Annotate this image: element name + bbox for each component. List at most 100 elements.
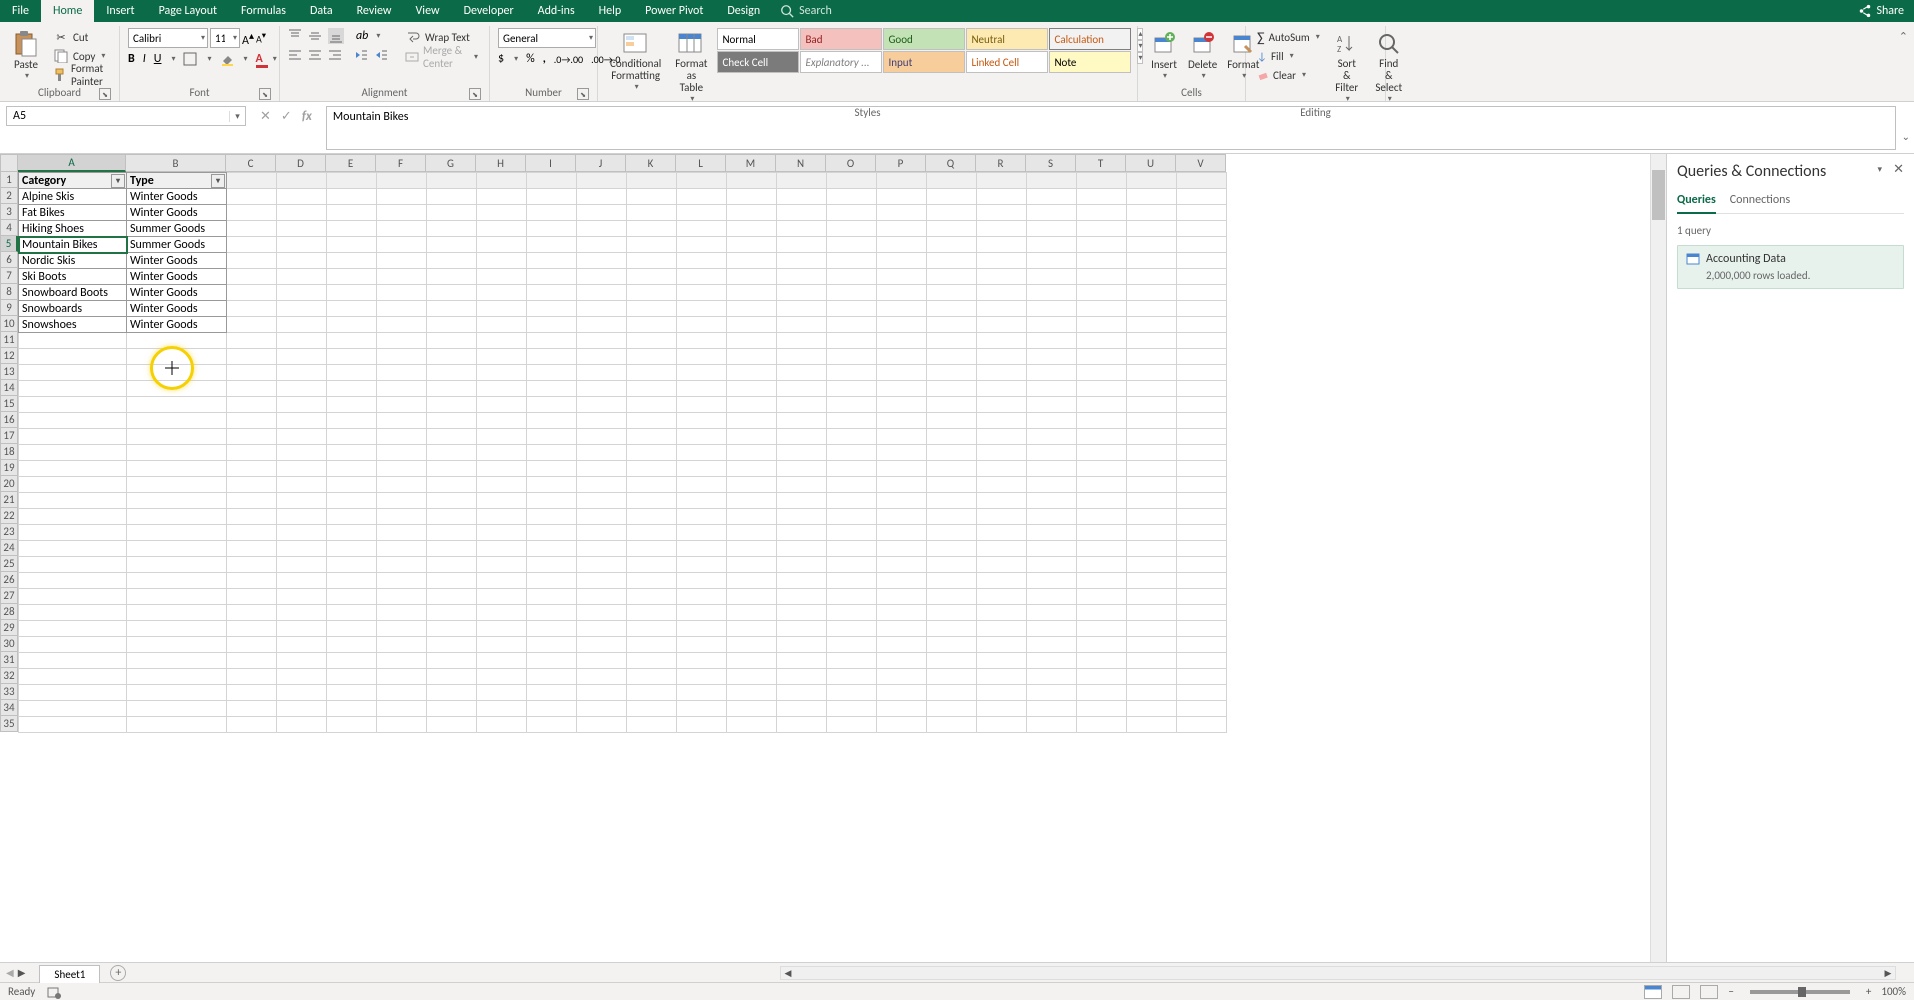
fill-color-button[interactable] [220, 52, 234, 66]
cell-K12[interactable] [627, 349, 677, 365]
cell-V7[interactable] [1177, 269, 1227, 285]
cell-T8[interactable] [1077, 285, 1127, 301]
cell-H23[interactable] [477, 525, 527, 541]
cell-F20[interactable] [377, 477, 427, 493]
tab-home[interactable]: Home [41, 0, 94, 22]
cell-D35[interactable] [277, 717, 327, 733]
cell-D11[interactable] [277, 333, 327, 349]
style-input[interactable]: Input [883, 51, 965, 73]
cell-Q28[interactable] [927, 605, 977, 621]
cell-F24[interactable] [377, 541, 427, 557]
cell-C20[interactable] [227, 477, 277, 493]
tab-design[interactable]: Design [715, 0, 772, 22]
cell-N33[interactable] [777, 685, 827, 701]
cell-T26[interactable] [1077, 573, 1127, 589]
cell-Q17[interactable] [927, 429, 977, 445]
cell-L12[interactable] [677, 349, 727, 365]
cell-I7[interactable] [527, 269, 577, 285]
cell-J4[interactable] [577, 221, 627, 237]
cell-C18[interactable] [227, 445, 277, 461]
cell-K21[interactable] [627, 493, 677, 509]
cell-R6[interactable] [977, 253, 1027, 269]
macro-record-icon[interactable] [47, 985, 61, 999]
cell-O28[interactable] [827, 605, 877, 621]
cell-T25[interactable] [1077, 557, 1127, 573]
row-header-22[interactable]: 22 [0, 508, 18, 524]
cell-U26[interactable] [1127, 573, 1177, 589]
cell-G28[interactable] [427, 605, 477, 621]
cell-J22[interactable] [577, 509, 627, 525]
cell-M18[interactable] [727, 445, 777, 461]
cell-J8[interactable] [577, 285, 627, 301]
cell-S14[interactable] [1027, 381, 1077, 397]
cell-F18[interactable] [377, 445, 427, 461]
cell-O23[interactable] [827, 525, 877, 541]
cell-J10[interactable] [577, 317, 627, 333]
col-header-F[interactable]: F [376, 154, 426, 172]
sheet-tab-sheet1[interactable]: Sheet1 [39, 965, 100, 983]
cell-H3[interactable] [477, 205, 527, 221]
cell-C16[interactable] [227, 413, 277, 429]
cell-D12[interactable] [277, 349, 327, 365]
cell-D30[interactable] [277, 637, 327, 653]
cell-H25[interactable] [477, 557, 527, 573]
cell-R4[interactable] [977, 221, 1027, 237]
cell-L7[interactable] [677, 269, 727, 285]
align-top-icon[interactable] [288, 29, 302, 43]
cell-M2[interactable] [727, 189, 777, 205]
cell-H18[interactable] [477, 445, 527, 461]
cell-R34[interactable] [977, 701, 1027, 717]
cell-H20[interactable] [477, 477, 527, 493]
cell-L25[interactable] [677, 557, 727, 573]
cell-D22[interactable] [277, 509, 327, 525]
cell-V11[interactable] [1177, 333, 1227, 349]
cell-N29[interactable] [777, 621, 827, 637]
cell-R35[interactable] [977, 717, 1027, 733]
cell-I26[interactable] [527, 573, 577, 589]
format-as-table-button[interactable]: Format as Table▾ [671, 28, 711, 106]
cell-R33[interactable] [977, 685, 1027, 701]
cell-D6[interactable] [277, 253, 327, 269]
cell-H32[interactable] [477, 669, 527, 685]
cell-N18[interactable] [777, 445, 827, 461]
cell-G35[interactable] [427, 717, 477, 733]
cell-A23[interactable] [19, 525, 127, 541]
style-neutral[interactable]: Neutral [966, 28, 1048, 50]
style-check-cell[interactable]: Check Cell [717, 51, 799, 73]
sheet-nav[interactable]: ◀▶ [0, 966, 31, 979]
cell-Q12[interactable] [927, 349, 977, 365]
cell-S1[interactable] [1027, 173, 1077, 189]
cell-F7[interactable] [377, 269, 427, 285]
cell-V28[interactable] [1177, 605, 1227, 621]
cell-G7[interactable] [427, 269, 477, 285]
cell-A25[interactable] [19, 557, 127, 573]
cell-V12[interactable] [1177, 349, 1227, 365]
cell-M23[interactable] [727, 525, 777, 541]
cell-C2[interactable] [227, 189, 277, 205]
row-header-23[interactable]: 23 [0, 524, 18, 540]
cell-U13[interactable] [1127, 365, 1177, 381]
cell-V2[interactable] [1177, 189, 1227, 205]
cell-M5[interactable] [727, 237, 777, 253]
cell-A35[interactable] [19, 717, 127, 733]
cell-B12[interactable] [127, 349, 227, 365]
cell-Q33[interactable] [927, 685, 977, 701]
cell-M35[interactable] [727, 717, 777, 733]
cell-O5[interactable] [827, 237, 877, 253]
cell-E21[interactable] [327, 493, 377, 509]
cell-U9[interactable] [1127, 301, 1177, 317]
cell-G18[interactable] [427, 445, 477, 461]
cell-N20[interactable] [777, 477, 827, 493]
row-header-12[interactable]: 12 [0, 348, 18, 364]
cell-Q25[interactable] [927, 557, 977, 573]
cell-N21[interactable] [777, 493, 827, 509]
font-size-input[interactable] [210, 28, 240, 48]
cell-H8[interactable] [477, 285, 527, 301]
cell-N12[interactable] [777, 349, 827, 365]
cell-F12[interactable] [377, 349, 427, 365]
cell-D19[interactable] [277, 461, 327, 477]
cell-D33[interactable] [277, 685, 327, 701]
cell-Q29[interactable] [927, 621, 977, 637]
cell-N32[interactable] [777, 669, 827, 685]
cell-S23[interactable] [1027, 525, 1077, 541]
